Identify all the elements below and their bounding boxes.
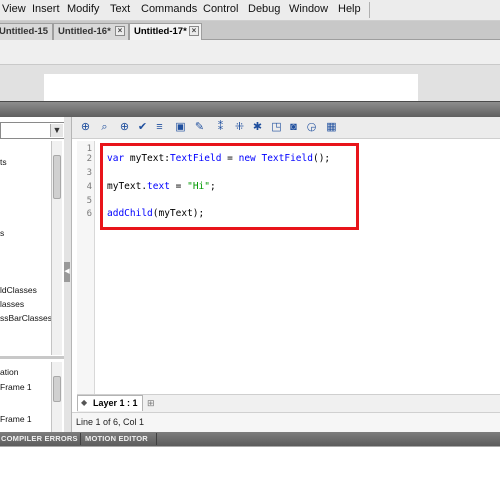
line-number: 2 — [86, 154, 92, 164]
status-bar: Line 1 of 6, Col 1 — [72, 412, 500, 432]
line-number: 6 — [86, 209, 92, 219]
apply-line-comment-icon[interactable]: ◙ — [286, 120, 301, 135]
tab-separator — [80, 433, 81, 445]
menu-debug[interactable]: Debug — [248, 3, 280, 15]
menu-text[interactable]: Text — [110, 3, 130, 15]
menu-commands[interactable]: Commands — [141, 3, 197, 15]
line-number-gutter — [77, 141, 95, 394]
debug-options-icon[interactable]: ✎ — [192, 120, 207, 135]
tab-motion-editor[interactable]: MOTION EDITOR — [85, 434, 148, 443]
tab-label: Layer 1 : 1 — [93, 398, 138, 408]
menu-view[interactable]: View — [2, 3, 26, 15]
output-panel — [0, 446, 500, 500]
show-code-hint-icon[interactable]: ▣ — [173, 120, 188, 135]
line-number: 3 — [86, 168, 92, 178]
script-toolbar: ⊕ ⌕ ⊕ ✔ ≡ ▣ ✎ ⁑ ⁜ ✱ ◳ ◙ ◶ ▦ — [72, 117, 500, 139]
toolbox-item[interactable]: s — [0, 228, 4, 238]
close-icon[interactable]: × — [115, 26, 125, 36]
check-syntax-icon[interactable]: ✔ — [135, 120, 150, 135]
apply-block-comment-icon[interactable]: ◳ — [269, 120, 284, 135]
remove-comment-icon[interactable]: ◶ — [304, 120, 319, 135]
show-hide-toolbox-icon[interactable]: ▦ — [324, 120, 339, 135]
pin-script-icon[interactable]: ⊞ — [147, 398, 155, 409]
script-navigator-item[interactable]: Frame 1 — [0, 414, 32, 424]
toolbox-item[interactable]: ssBarClasses — [0, 313, 52, 323]
tab-separator — [156, 433, 157, 445]
stage[interactable] — [44, 74, 418, 101]
tab-label: Untitled-16* — [58, 26, 111, 37]
line-number: 5 — [86, 196, 92, 206]
navigator-scrollbar[interactable] — [51, 362, 62, 432]
collapse-arrow-icon[interactable]: ◀ — [64, 262, 70, 282]
actionscript-version-select[interactable]: ▼ — [0, 122, 65, 139]
close-icon[interactable]: × — [189, 26, 199, 36]
menu-bar: View Insert Modify Text Commands Control… — [0, 0, 500, 21]
menu-separator — [369, 2, 370, 18]
highlight-box — [100, 143, 359, 230]
menu-insert[interactable]: Insert — [32, 3, 60, 15]
find-icon[interactable]: ⌕ — [97, 120, 112, 135]
menu-window[interactable]: Window — [289, 3, 328, 15]
tab-untitled-16[interactable]: Untitled-16* × — [53, 23, 129, 40]
tab-compiler-errors[interactable]: COMPILER ERRORS — [1, 434, 78, 443]
scroll-thumb[interactable] — [53, 155, 61, 199]
tab-label: Untitled-15 — [0, 26, 49, 37]
tab-label: Untitled-17* — [134, 26, 187, 37]
script-navigator-item[interactable]: ation — [0, 367, 18, 377]
insert-target-path-icon[interactable]: ⊕ — [117, 120, 132, 135]
cursor-position: Line 1 of 6, Col 1 — [76, 417, 145, 427]
toolbox-scrollbar[interactable] — [51, 141, 62, 355]
scroll-thumb[interactable] — [53, 376, 61, 402]
add-statement-icon[interactable]: ⊕ — [78, 120, 93, 135]
menu-control[interactable]: Control — [203, 3, 238, 15]
script-navigator-item[interactable]: Frame 1 — [0, 382, 32, 392]
toolbox-item[interactable]: lasses — [0, 299, 24, 309]
line-number: 1 — [86, 144, 92, 154]
expand-all-icon[interactable]: ✱ — [250, 120, 265, 135]
chevron-down-icon: ▼ — [50, 124, 63, 137]
tab-untitled-15[interactable]: Untitled-15 — [0, 23, 53, 40]
bottom-panel-tabs: COMPILER ERRORS MOTION EDITOR — [0, 432, 500, 446]
auto-format-icon[interactable]: ≡ — [152, 120, 167, 135]
menu-modify[interactable]: Modify — [67, 3, 99, 15]
collapse-between-braces-icon[interactable]: ⁑ — [213, 120, 228, 135]
toolbox-item[interactable]: ldClasses — [0, 285, 37, 295]
menu-help[interactable]: Help — [338, 3, 361, 15]
edit-bar — [0, 40, 500, 65]
toolbox-item[interactable]: ts — [0, 157, 7, 167]
pane-divider[interactable] — [0, 356, 68, 359]
document-tab-bar: Untitled-15 Untitled-16* × Untitled-17* … — [0, 21, 500, 40]
collapse-selection-icon[interactable]: ⁜ — [232, 120, 247, 135]
actions-panel-header[interactable] — [0, 101, 500, 117]
tab-layer-1[interactable]: ◆ Layer 1 : 1 — [77, 395, 143, 411]
script-icon: ◆ — [81, 398, 88, 407]
line-number: 4 — [86, 182, 92, 192]
tab-untitled-17[interactable]: Untitled-17* × — [129, 23, 202, 40]
